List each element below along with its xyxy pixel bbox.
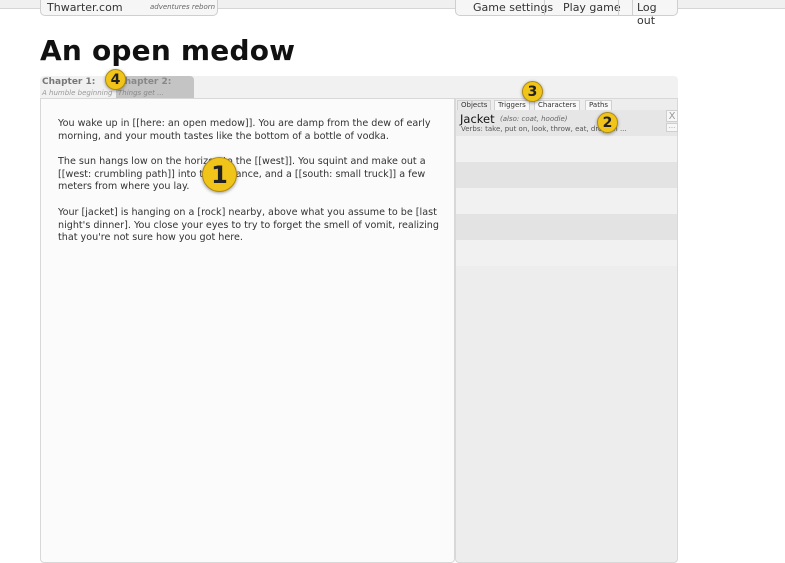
site-name[interactable]: Thwarter.com <box>47 1 123 14</box>
play-game-link[interactable]: Play game <box>563 1 621 14</box>
site-tagline: adventures reborn <box>150 3 216 11</box>
top-nav: Game settings Play game Log out <box>455 0 678 27</box>
callout-badge-1: 1 <box>202 157 237 192</box>
story-editor[interactable]: You wake up in [[here: an open medow]]. … <box>40 98 455 563</box>
object-row[interactable]: Jacket (also: coat, hoodie) Verbs: take,… <box>456 110 678 136</box>
tab-triggers[interactable]: Triggers <box>494 100 530 110</box>
chapter-name: Chapter 1: <box>42 77 96 87</box>
nav-divider <box>544 0 545 15</box>
brand-tab[interactable]: Thwarter.com adventures reborn <box>40 0 218 16</box>
delete-object-button[interactable]: X <box>666 110 678 122</box>
side-panel-tabs: Objects Triggers Characters Paths <box>456 99 677 110</box>
callout-badge-4: 4 <box>105 69 126 90</box>
more-options-button[interactable]: ... <box>666 123 678 132</box>
empty-object-row[interactable] <box>456 214 677 240</box>
empty-object-row[interactable] <box>456 240 677 266</box>
chapter-desc: A humble beginning <box>42 89 113 97</box>
story-paragraph[interactable]: The sun hangs low on the horizon to the … <box>58 156 450 194</box>
story-paragraph[interactable]: You wake up in [[here: an open medow]]. … <box>58 118 450 143</box>
empty-object-row[interactable] <box>456 188 677 214</box>
story-paragraph[interactable]: Your [jacket] is hanging on a [rock] nea… <box>58 207 450 245</box>
object-name: Jacket <box>460 112 495 126</box>
game-settings-link[interactable]: Game settings <box>473 1 553 14</box>
tab-paths[interactable]: Paths <box>585 100 613 110</box>
chapter-desc: Things get ... <box>118 89 164 97</box>
tab-characters[interactable]: Characters <box>534 100 581 110</box>
callout-badge-3: 3 <box>522 81 543 102</box>
empty-object-row[interactable] <box>456 162 677 188</box>
side-panel: Objects Triggers Characters Paths Jacket… <box>455 98 678 563</box>
page-title: An open medow <box>40 34 296 67</box>
empty-object-row[interactable] <box>456 136 677 162</box>
callout-badge-2: 2 <box>597 112 618 133</box>
nav-divider <box>632 0 633 15</box>
chapter-name: Chapter 2: <box>118 77 172 87</box>
log-out-link[interactable]: Log out <box>637 1 677 27</box>
object-aliases: (also: coat, hoodie) <box>500 115 568 123</box>
chapter-tab-2[interactable]: Chapter 2: Things get ... <box>116 76 194 98</box>
tab-objects[interactable]: Objects <box>457 100 492 110</box>
chapter-tabs: Chapter 1: A humble beginning Chapter 2:… <box>40 76 678 98</box>
nav-divider <box>618 0 619 15</box>
